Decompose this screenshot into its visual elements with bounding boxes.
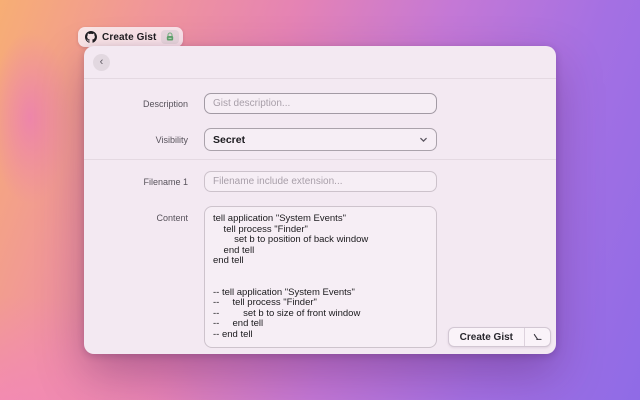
menubar-item-create-gist[interactable]: Create Gist xyxy=(78,27,183,47)
back-button[interactable]: ‹ xyxy=(93,54,110,71)
content-label: Content xyxy=(84,213,188,223)
filename-row: Filename 1 xyxy=(84,171,556,192)
description-label: Description xyxy=(84,99,188,109)
section-divider xyxy=(84,159,556,160)
visibility-row: Visibility Secret xyxy=(84,128,556,151)
lock-icon xyxy=(165,32,175,42)
filename-label: Filename 1 xyxy=(84,177,188,187)
visibility-label: Visibility xyxy=(84,135,188,145)
github-icon xyxy=(85,31,97,43)
return-key-icon xyxy=(532,332,543,343)
chevron-left-icon: ‹ xyxy=(100,55,104,70)
description-input[interactable] xyxy=(204,93,437,114)
create-gist-button[interactable]: Create Gist xyxy=(448,327,551,347)
chevron-down-icon xyxy=(419,135,428,144)
filename-input[interactable] xyxy=(204,171,437,192)
shortcut-key-segment[interactable] xyxy=(524,328,550,346)
visibility-selected-value: Secret xyxy=(213,134,419,146)
create-gist-button-label[interactable]: Create Gist xyxy=(449,328,524,346)
lock-status-badge xyxy=(161,30,179,44)
description-row: Description xyxy=(84,93,556,114)
window-header: ‹ xyxy=(84,46,556,78)
visibility-select[interactable]: Secret xyxy=(204,128,437,151)
menubar-item-label: Create Gist xyxy=(102,32,156,43)
gist-form: Description Visibility Secret Fi xyxy=(84,79,556,353)
create-gist-window: ‹ Description Visibility Secret xyxy=(84,46,556,354)
content-textarea[interactable]: tell application "System Events" tell pr… xyxy=(204,206,437,348)
